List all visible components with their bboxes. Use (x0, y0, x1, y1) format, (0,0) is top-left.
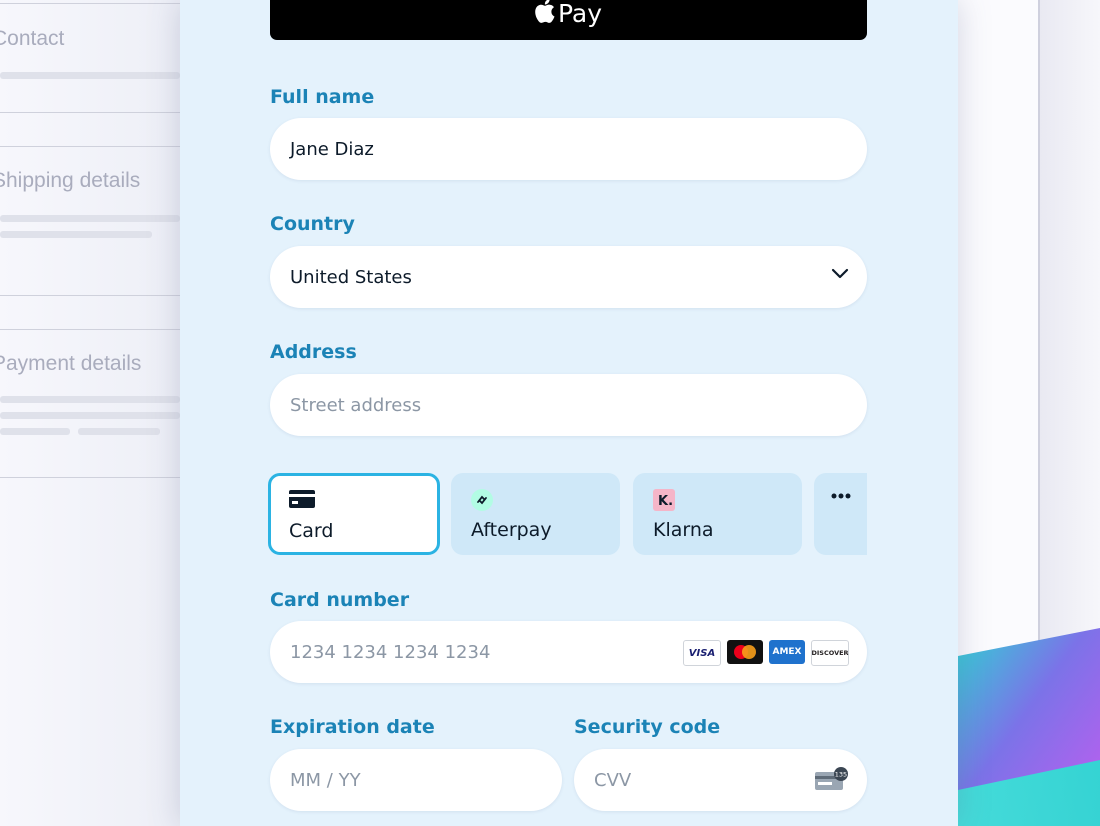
address-placeholder: Street address (290, 394, 422, 416)
country-label: Country (270, 213, 355, 235)
address-input[interactable]: Street address (270, 374, 867, 436)
card-number-input[interactable]: 1234 1234 1234 1234 VISA AMEX DISCOVER (270, 621, 867, 683)
section-title-payment: Payment details (0, 352, 142, 375)
cvv-card-icon: 135 (815, 767, 848, 790)
apple-pay-button[interactable]: Pay (270, 0, 867, 40)
divider (0, 146, 180, 147)
card-number-placeholder: 1234 1234 1234 1234 (290, 641, 491, 663)
placeholder-bar (78, 428, 160, 435)
afterpay-logo-icon (471, 489, 493, 511)
discover-logo-text: DISCOVER (811, 649, 849, 657)
country-value: United States (290, 266, 412, 288)
placeholder-bar (0, 412, 180, 419)
apple-pay-label: Pay (557, 0, 603, 28)
security-code-label: Security code (574, 716, 721, 738)
more-horizontal-icon (831, 493, 851, 499)
visa-logo-icon: VISA (683, 640, 721, 666)
klarna-logo-icon: K. (653, 489, 675, 511)
payment-method-tab-afterpay[interactable]: Afterpay (451, 473, 620, 555)
divider (0, 329, 180, 330)
discover-logo-icon: DISCOVER (811, 640, 849, 666)
tab-label-afterpay: Afterpay (471, 519, 552, 541)
country-select[interactable]: United States (270, 246, 867, 308)
security-code-input[interactable]: CVV 135 (574, 749, 867, 811)
divider (0, 477, 180, 478)
placeholder-bar (0, 231, 152, 238)
card-brands: VISA AMEX DISCOVER (677, 640, 849, 666)
expiration-date-input[interactable]: MM / YY (270, 749, 562, 811)
card-number-label: Card number (270, 589, 410, 611)
visa-logo-text: VISA (688, 647, 716, 659)
decorative-gradient (958, 628, 1100, 826)
background-checkout-summary: Contact Shipping details Payment details (0, 0, 200, 826)
divider (0, 112, 180, 113)
full-name-label: Full name (270, 86, 375, 108)
placeholder-bar (0, 428, 70, 435)
credit-card-icon (289, 490, 315, 508)
expiration-placeholder: MM / YY (290, 769, 361, 791)
apple-logo-icon (535, 0, 555, 27)
tab-label-card: Card (289, 520, 334, 542)
chevron-down-icon (831, 268, 849, 279)
placeholder-bar (0, 215, 180, 222)
payment-method-tab-card[interactable]: Card (268, 473, 440, 555)
divider (0, 3, 180, 4)
payment-form-panel: Pay Full name Jane Diaz Country United S… (180, 0, 958, 826)
payment-method-tab-klarna[interactable]: K. Klarna (633, 473, 802, 555)
security-code-placeholder: CVV (594, 769, 632, 791)
divider (0, 295, 180, 296)
payment-method-tab-more[interactable] (814, 473, 867, 555)
svg-text:K.: K. (658, 494, 673, 509)
cvv-badge-text: 135 (835, 771, 847, 779)
tab-label-klarna: Klarna (653, 519, 714, 541)
address-label: Address (270, 341, 357, 363)
mastercard-logo-icon (727, 640, 763, 664)
placeholder-bar (0, 396, 180, 403)
amex-logo-text: AMEX (772, 647, 802, 657)
section-title-shipping: Shipping details (0, 169, 141, 192)
amex-logo-icon: AMEX (769, 640, 805, 664)
section-title-contact: Contact (0, 27, 65, 50)
full-name-input[interactable]: Jane Diaz (270, 118, 867, 180)
full-name-value: Jane Diaz (290, 138, 374, 160)
placeholder-bar (0, 72, 180, 79)
expiration-date-label: Expiration date (270, 716, 435, 738)
